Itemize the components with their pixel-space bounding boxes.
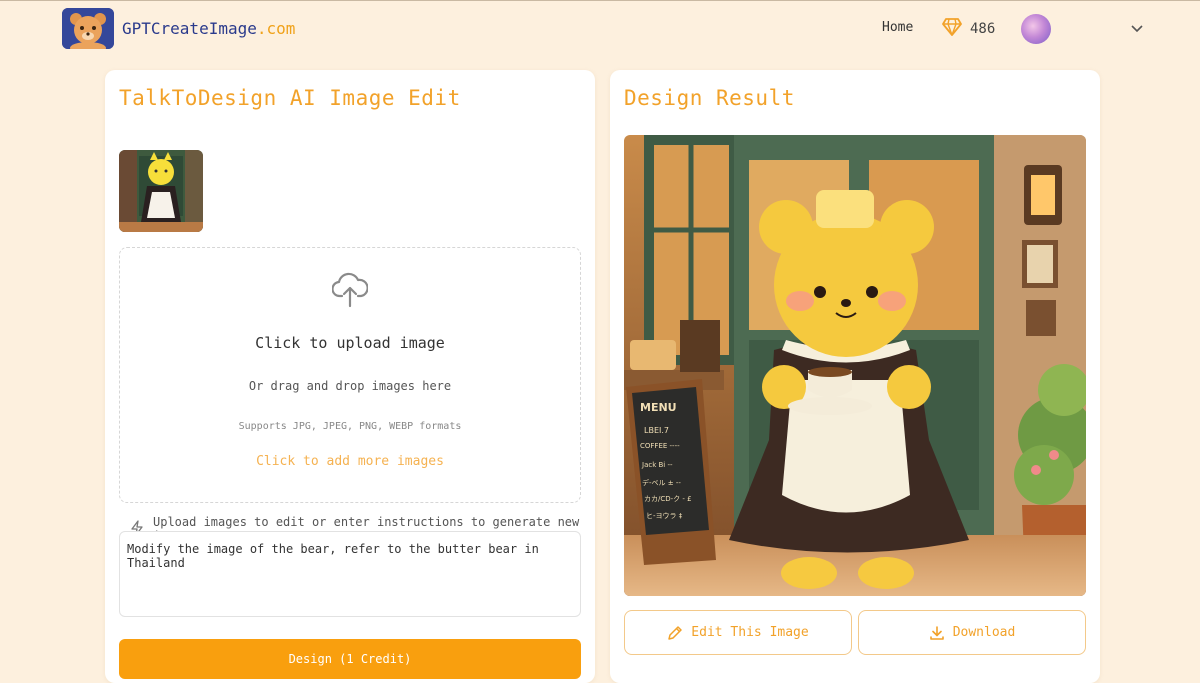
upload-formats-note: Supports JPG, JPEG, PNG, WEBP formats — [238, 421, 462, 432]
nav-home-link[interactable]: Home — [882, 20, 913, 35]
download-button-label: Download — [952, 625, 1016, 640]
edit-this-image-button[interactable]: Edit This Image — [624, 610, 852, 655]
edit-button-label: Edit This Image — [691, 625, 809, 640]
logo-name: GPTCreateImage — [122, 19, 257, 38]
menu-line-5: カカ/CD-ク - £ — [644, 495, 692, 503]
top-navbar: GPTCreateImage.com Home 486 — [0, 0, 1200, 58]
menu-line-4: デ-ベル ± -- — [642, 478, 681, 487]
design-button[interactable]: Design (1 Credit) — [119, 639, 581, 679]
logo-bear-image — [62, 8, 114, 49]
menu-line-6: ヒ-ヨウラ ‡ — [646, 512, 683, 520]
result-panel: Design Result MENU LBEI.7 COFFEE ---- Ja… — [610, 70, 1100, 683]
gem-icon — [942, 18, 962, 40]
credits-count: 486 — [970, 21, 996, 37]
menu-line-3: Jack Bi -- — [641, 461, 673, 469]
design-result-image[interactable]: MENU LBEI.7 COFFEE ---- Jack Bi -- デ-ベル … — [624, 135, 1086, 596]
uploaded-image-thumbnail[interactable] — [119, 150, 203, 232]
add-more-images-link[interactable]: Click to add more images — [120, 454, 580, 469]
upload-title: Click to upload image — [255, 334, 445, 352]
upload-subtitle: Or drag and drop images here — [248, 379, 452, 393]
download-button[interactable]: Download — [858, 610, 1086, 655]
user-avatar[interactable] — [1021, 14, 1051, 44]
pencil-icon — [668, 625, 683, 640]
menu-title: MENU — [640, 401, 677, 414]
edit-panel: TalkToDesign AI Image Edit Click to uplo… — [105, 70, 595, 683]
edit-panel-title: TalkToDesign AI Image Edit — [119, 86, 461, 110]
menu-line-2: COFFEE ---- — [640, 442, 680, 450]
cloud-upload-icon — [331, 270, 369, 312]
logo-text: GPTCreateImage.com — [122, 19, 295, 38]
download-icon — [929, 625, 944, 640]
menu-line-1: LBEI.7 — [644, 426, 669, 435]
result-panel-title: Design Result — [624, 86, 795, 110]
prompt-textarea[interactable]: Modify the image of the bear, refer to t… — [119, 531, 581, 617]
logo[interactable]: GPTCreateImage.com — [62, 8, 295, 49]
credits-display[interactable]: 486 — [942, 18, 995, 40]
chevron-down-icon[interactable] — [1130, 21, 1144, 40]
logo-domain: .com — [256, 19, 296, 38]
image-upload-dropzone[interactable]: Click to upload image Or drag and drop i… — [119, 247, 581, 503]
